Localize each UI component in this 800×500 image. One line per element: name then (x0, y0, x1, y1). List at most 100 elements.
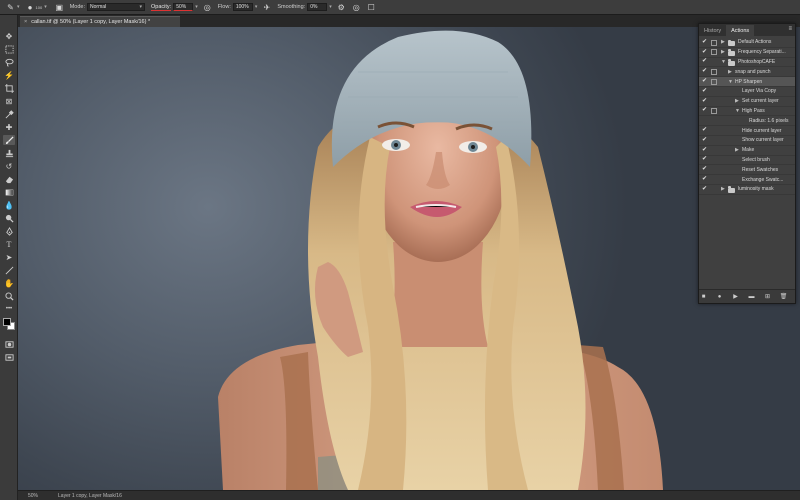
dialog-toggle-icon[interactable] (711, 78, 717, 85)
checkmark-icon[interactable]: ✔ (702, 38, 708, 47)
path-selection-tool[interactable]: ➤ (3, 252, 15, 262)
tool-preset-caret-icon[interactable]: ▾ (17, 4, 20, 10)
zoom-tool[interactable] (3, 291, 15, 301)
chevron-right-icon[interactable]: ▶ (721, 39, 725, 45)
dialog-toggle-icon[interactable] (711, 39, 717, 46)
screen-mode-button[interactable] (3, 352, 15, 362)
dodge-tool[interactable] (3, 213, 15, 223)
action-row[interactable]: ✔ ▶ Set current layer (699, 97, 795, 107)
dialog-toggle-icon[interactable] (711, 68, 717, 75)
zoom-level[interactable]: 50% (28, 493, 38, 499)
checkmark-icon[interactable]: ✔ (702, 175, 708, 184)
stop-icon[interactable]: ■ (700, 294, 707, 300)
checkmark-icon[interactable]: ✔ (702, 48, 708, 57)
action-row[interactable]: ✔ ▶ luminosity mask (699, 185, 795, 195)
chevron-down-icon[interactable]: ▼ (728, 79, 733, 85)
color-swatches[interactable] (2, 317, 16, 331)
action-row[interactable]: ✔ ▶ Frequency Separati... (699, 48, 795, 58)
gradient-tool[interactable] (3, 187, 15, 197)
hand-tool[interactable]: ✋ (3, 278, 15, 288)
close-icon[interactable]: × (24, 19, 27, 25)
checkmark-icon[interactable]: ✔ (702, 136, 708, 145)
airbrush-icon[interactable]: ✈ (262, 3, 271, 12)
eyedropper-tool[interactable] (3, 109, 15, 119)
checkmark-icon[interactable]: ✔ (702, 97, 708, 106)
smoothing-caret-icon[interactable]: ▾ (329, 4, 332, 10)
chevron-right-icon[interactable]: ▶ (735, 98, 739, 104)
checkmark-icon[interactable]: ✔ (702, 185, 708, 194)
tab-actions[interactable]: Actions (726, 25, 755, 36)
toggle-brush-panel-button[interactable]: ▣ (55, 3, 64, 12)
opacity-input[interactable]: 50% (173, 3, 194, 11)
action-row[interactable]: ✔ ▶ snap and punch (699, 67, 795, 78)
trash-icon[interactable]: 🗑 (780, 293, 788, 300)
action-row[interactable]: ✔ Reset Swatches (699, 165, 795, 176)
pen-tool[interactable] (3, 226, 15, 236)
chevron-down-icon[interactable]: ▼ (735, 108, 740, 114)
action-row[interactable]: ✔ ▶ Make (699, 146, 795, 156)
history-brush-tool[interactable]: ↺ (3, 161, 15, 171)
action-row[interactable]: Radius: 1.6 pixels (699, 116, 795, 127)
blur-tool[interactable]: 💧 (3, 200, 15, 210)
checkmark-icon[interactable]: ✔ (702, 67, 708, 76)
clone-stamp-tool[interactable] (3, 148, 15, 158)
brush-tool[interactable] (3, 135, 15, 145)
checkmark-icon[interactable]: ✔ (702, 77, 708, 86)
brush-preset-picker[interactable]: ● 100 ▾ (26, 3, 47, 12)
document-canvas[interactable] (18, 27, 800, 490)
checkmark-icon[interactable]: ✔ (702, 87, 708, 96)
eraser-tool[interactable] (3, 174, 15, 184)
mode-select[interactable]: Normal ▾ (87, 3, 146, 11)
record-icon[interactable]: ● (716, 294, 723, 300)
action-row[interactable]: ✔ Exchange Swatc... (699, 175, 795, 185)
action-row[interactable]: ✔ Select brush (699, 156, 795, 166)
smoothing-input[interactable]: 0% (307, 3, 328, 11)
tab-history[interactable]: History (699, 25, 726, 36)
new-set-folder-icon[interactable]: ▬ (748, 294, 755, 300)
foreground-color-swatch[interactable] (3, 318, 11, 326)
new-action-icon[interactable]: ⊞ (764, 293, 771, 300)
panel-menu-icon[interactable]: ≡ (788, 26, 792, 32)
chevron-right-icon[interactable]: ▶ (735, 147, 739, 153)
pressure-size-icon[interactable]: ◎ (352, 3, 361, 12)
gear-icon[interactable]: ⚙ (337, 3, 346, 12)
symmetry-icon[interactable]: ☐ (367, 3, 376, 12)
quick-selection-tool[interactable]: ⚡ (3, 70, 15, 80)
action-row[interactable]: ✔ ▼ PhotoshopCAFE (699, 58, 795, 68)
action-row[interactable]: ✔ Show current layer (699, 136, 795, 146)
flow-caret-icon[interactable]: ▾ (255, 4, 258, 10)
checkmark-icon[interactable]: ✔ (702, 57, 708, 66)
action-row[interactable]: ✔ Layer Via Copy (699, 87, 795, 97)
checkmark-icon[interactable]: ✔ (702, 106, 708, 115)
chevron-right-icon[interactable]: ▶ (721, 49, 725, 55)
chevron-right-icon[interactable]: ▶ (728, 69, 732, 75)
crop-tool[interactable] (3, 83, 15, 93)
pressure-opacity-icon[interactable]: ◎ (203, 3, 212, 12)
action-row[interactable]: ✔ ▼ High Pass (699, 107, 795, 117)
line-tool[interactable] (3, 265, 15, 275)
dialog-toggle-icon[interactable] (711, 108, 717, 115)
action-row[interactable]: ✔ Hide current layer (699, 126, 795, 136)
checkmark-icon[interactable]: ✔ (702, 146, 708, 155)
checkmark-icon[interactable]: ✔ (702, 155, 708, 164)
document-tab[interactable]: × callan.tif @ 50% (Layer 1 copy, Layer … (20, 16, 180, 27)
chevron-right-icon[interactable]: ▶ (721, 186, 725, 192)
lasso-tool[interactable] (3, 57, 15, 67)
healing-brush-tool[interactable]: ✚ (3, 122, 15, 132)
checkmark-icon[interactable]: ✔ (702, 165, 708, 174)
move-tool[interactable]: ✥ (3, 31, 15, 41)
checkmark-icon[interactable]: ✔ (702, 126, 708, 135)
action-row[interactable]: ✔ ▼ HP Sharpen (699, 77, 795, 87)
chevron-down-icon[interactable]: ▼ (721, 59, 726, 65)
brush-tool-icon[interactable]: ✎ (6, 3, 15, 12)
type-tool[interactable]: T (3, 239, 15, 249)
quick-mask-button[interactable] (3, 339, 15, 349)
flow-input[interactable]: 100% (232, 3, 253, 11)
play-icon[interactable]: ▶ (732, 293, 739, 300)
dialog-toggle-icon[interactable] (711, 49, 717, 56)
opacity-caret-icon[interactable]: ▾ (195, 4, 198, 10)
action-row[interactable]: ✔ ▶ Default Actions (699, 38, 795, 48)
edit-toolbar-button[interactable]: ••• (3, 304, 15, 314)
marquee-tool[interactable] (3, 44, 15, 54)
frame-tool[interactable]: ⊠ (3, 96, 15, 106)
